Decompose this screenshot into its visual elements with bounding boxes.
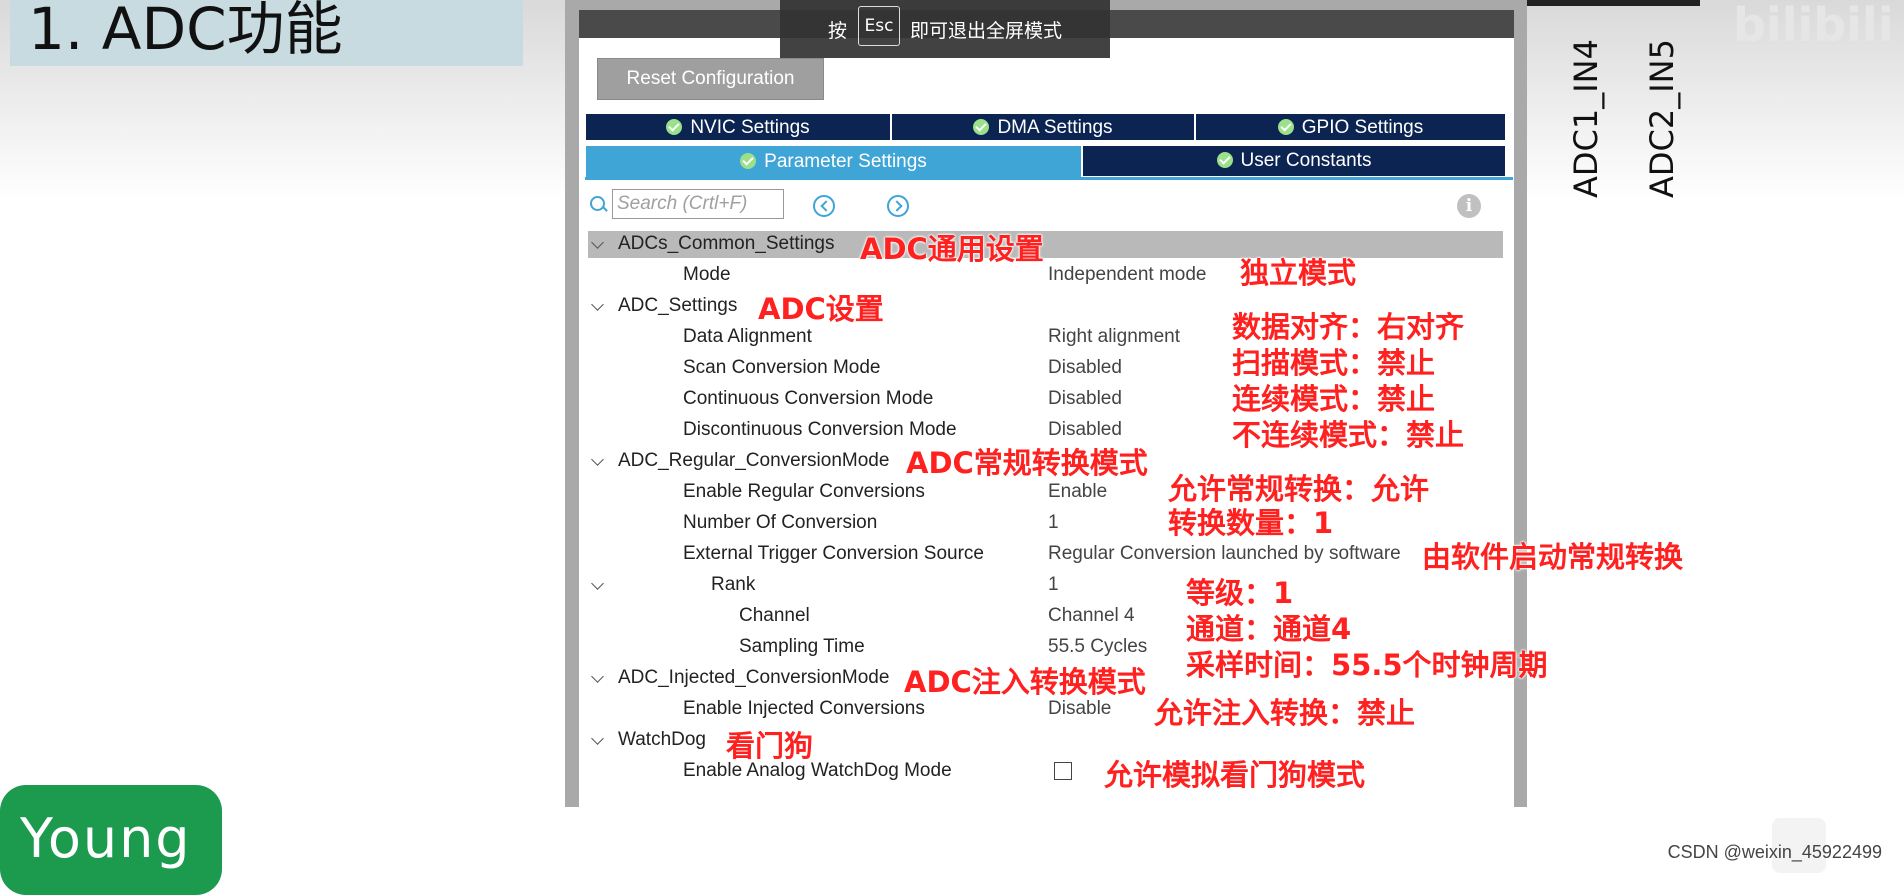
tree-param-label[interactable]: Data Alignment bbox=[683, 326, 812, 348]
check-icon bbox=[1216, 152, 1233, 168]
tree-param-value[interactable]: Regular Conversion launched by software bbox=[1048, 543, 1401, 565]
check-icon bbox=[1277, 119, 1294, 135]
annotation: 不连续模式：禁止 bbox=[1232, 418, 1465, 452]
tab-label: DMA Settings bbox=[997, 117, 1113, 138]
tree-param-value[interactable]: Disabled bbox=[1048, 388, 1122, 410]
tab-gpio-settings[interactable]: GPIO Settings bbox=[1195, 113, 1506, 141]
young-badge-label: Young bbox=[20, 807, 192, 870]
tree-param-label[interactable]: Enable Injected Conversions bbox=[683, 698, 925, 720]
tree-param-value[interactable]: Channel 4 bbox=[1048, 605, 1135, 627]
tree-param-label[interactable]: Sampling Time bbox=[739, 636, 865, 658]
bilibili-logo: bilibili bbox=[1733, 0, 1894, 52]
fullscreen-tip-text: 即可退出全屏模式 bbox=[910, 20, 1063, 42]
tree-param-label[interactable]: Discontinuous Conversion Mode bbox=[683, 419, 957, 441]
annotation: ADC注入转换模式 bbox=[904, 665, 1146, 699]
annotation: 采样时间：55.5个时钟周期 bbox=[1186, 648, 1548, 682]
annotation: ADC常规转换模式 bbox=[906, 446, 1148, 480]
tree-param-value[interactable]: 1 bbox=[1048, 512, 1059, 534]
tree-param-value[interactable]: Independent mode bbox=[1048, 264, 1206, 286]
fullscreen-tip-prefix: 按 bbox=[828, 20, 848, 42]
tree-param-value[interactable]: Disable bbox=[1048, 698, 1111, 720]
tree-param-label[interactable]: Rank bbox=[711, 574, 755, 596]
tree-param-value[interactable]: 1 bbox=[1048, 574, 1059, 596]
tree-group-label[interactable]: WatchDog bbox=[618, 729, 706, 751]
tab-label: Parameter Settings bbox=[764, 151, 927, 172]
check-icon bbox=[740, 153, 757, 169]
tree-param-value[interactable]: Disabled bbox=[1048, 357, 1122, 379]
top-decoration bbox=[1520, 0, 1700, 6]
tab-user-constants[interactable]: User Constants bbox=[1082, 145, 1506, 177]
young-badge: Young bbox=[0, 785, 222, 895]
csdn-watermark: CSDN @weixin_45922499 bbox=[1667, 842, 1882, 862]
tab-label: User Constants bbox=[1240, 150, 1372, 171]
tree-param-label[interactable]: Scan Conversion Mode bbox=[683, 357, 881, 379]
annotation: 允许注入转换：禁止 bbox=[1154, 696, 1416, 730]
chevron-right-icon[interactable] bbox=[887, 195, 909, 217]
search-icon bbox=[590, 196, 605, 211]
tab-nvic-settings[interactable]: NVIC Settings bbox=[585, 113, 891, 141]
tab-label: GPIO Settings bbox=[1301, 117, 1424, 138]
tree-param-value[interactable]: Disabled bbox=[1048, 419, 1122, 441]
tree-param-label[interactable]: External Trigger Conversion Source bbox=[683, 543, 984, 565]
tree-group-label[interactable]: ADCs_Common_Settings bbox=[618, 233, 834, 255]
tree-param-value[interactable]: 55.5 Cycles bbox=[1048, 636, 1147, 658]
tab-dma-settings[interactable]: DMA Settings bbox=[891, 113, 1195, 141]
esc-key: Esc bbox=[858, 6, 900, 46]
annotation: ADC设置 bbox=[758, 292, 884, 326]
tab-label: NVIC Settings bbox=[690, 117, 810, 138]
annotation: 看门狗 bbox=[726, 729, 814, 763]
tree-param-value[interactable]: Enable bbox=[1048, 481, 1107, 503]
pin-label-adc2: ADC2_IN5 bbox=[1643, 39, 1681, 198]
info-icon[interactable]: i bbox=[1457, 194, 1481, 218]
tree-param-label[interactable]: Continuous Conversion Mode bbox=[683, 388, 933, 410]
analog-watchdog-checkbox[interactable] bbox=[1054, 762, 1072, 780]
tree-group-label[interactable]: ADC_Regular_ConversionMode bbox=[618, 450, 889, 472]
reset-configuration-button[interactable]: Reset Configuration bbox=[597, 58, 824, 100]
search-input[interactable] bbox=[612, 189, 784, 219]
pin-label-adc1: ADC1_IN4 bbox=[1567, 39, 1605, 198]
annotation: ADC通用设置 bbox=[860, 232, 1044, 266]
annotation: 独立模式 bbox=[1240, 256, 1357, 290]
tree-param-label[interactable]: Number Of Conversion bbox=[683, 512, 877, 534]
chevron-left-icon[interactable] bbox=[813, 195, 835, 217]
tree-group-label[interactable]: ADC_Injected_ConversionMode bbox=[618, 667, 889, 689]
check-icon bbox=[973, 119, 990, 135]
annotation: 转换数量：1 bbox=[1168, 506, 1334, 540]
annotation: 由软件启动常规转换 bbox=[1422, 540, 1684, 574]
tree-group-label[interactable]: ADC_Settings bbox=[618, 295, 737, 317]
check-icon bbox=[666, 119, 683, 135]
tab-underline bbox=[585, 177, 1513, 180]
annotation: 允许模拟看门狗模式 bbox=[1104, 758, 1366, 792]
tree-param-label[interactable]: Enable Analog WatchDog Mode bbox=[683, 760, 952, 782]
tree-param-label[interactable]: Enable Regular Conversions bbox=[683, 481, 925, 503]
slide-title: 1. ADC功能 bbox=[28, 0, 343, 63]
fullscreen-tip: 按 Esc 即可退出全屏模式 bbox=[780, 0, 1110, 58]
tree-param-label[interactable]: Channel bbox=[739, 605, 810, 627]
tab-parameter-settings[interactable]: Parameter Settings bbox=[585, 145, 1082, 178]
tree-param-label[interactable]: Mode bbox=[683, 264, 731, 286]
tree-param-value[interactable]: Right alignment bbox=[1048, 326, 1180, 348]
